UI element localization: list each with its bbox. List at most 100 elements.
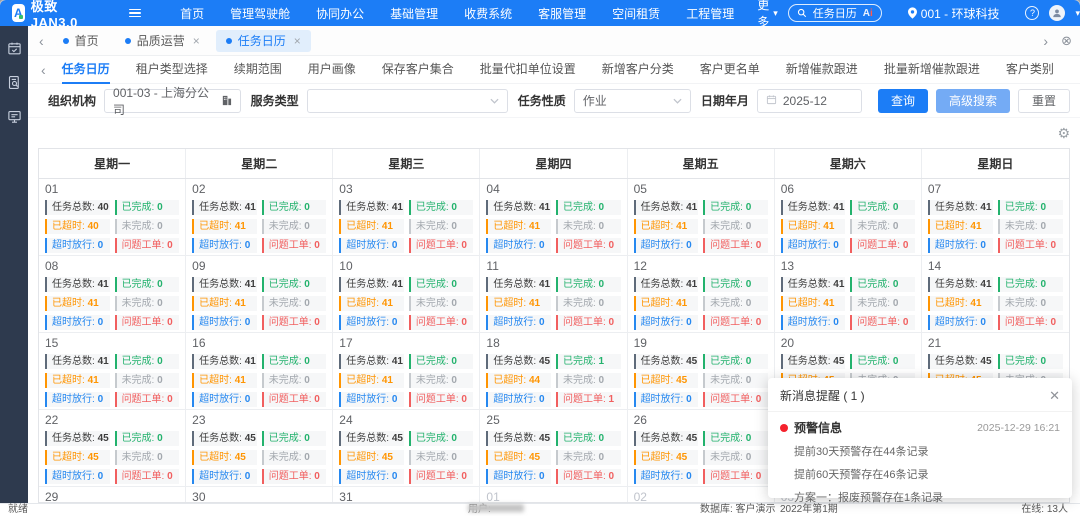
stat-done: 已完成: 0	[703, 200, 768, 215]
stat-done: 已完成: 0	[998, 277, 1063, 292]
stat-release: 超时放行: 0	[45, 315, 110, 330]
calendar-check-icon[interactable]	[6, 40, 22, 56]
day-stats: 任务总数: 41已完成: 0已超时: 41未完成: 0超时放行: 0问题工单: …	[192, 277, 326, 330]
calendar-day-cell[interactable]: 05任务总数: 41已完成: 0已超时: 41未完成: 0超时放行: 0问题工单…	[628, 179, 775, 255]
stat-total: 任务总数: 41	[928, 277, 993, 292]
project-name: 001 - 环球科技	[921, 5, 1000, 22]
project-selector[interactable]: 001 - 环球科技	[908, 5, 1000, 22]
tab-dot-icon	[125, 38, 131, 44]
calendar-day-cell[interactable]: 06任务总数: 41已完成: 0已超时: 41未完成: 0超时放行: 0问题工单…	[775, 179, 922, 255]
calendar-day-cell[interactable]: 30	[186, 487, 333, 503]
calendar-day-cell[interactable]: 10任务总数: 41已完成: 0已超时: 41未完成: 0超时放行: 0问题工单…	[333, 256, 480, 332]
function-tab[interactable]: 新增催款跟进	[786, 56, 858, 84]
stat-release: 超时放行: 0	[486, 469, 551, 484]
calendar-day-cell[interactable]: 15任务总数: 41已完成: 0已超时: 41未完成: 0超时放行: 0问题工单…	[39, 333, 186, 409]
function-tab[interactable]: 批量代扣单位设置	[480, 56, 576, 84]
nav-menu-item[interactable]: 工程管理	[673, 5, 747, 22]
function-tab[interactable]: 续期范围	[234, 56, 282, 84]
calendar-day-cell[interactable]: 02	[628, 487, 775, 503]
calendar-day-cell[interactable]: 09任务总数: 41已完成: 0已超时: 41未完成: 0超时放行: 0问题工单…	[186, 256, 333, 332]
close-icon[interactable]: ✕	[1049, 388, 1060, 404]
calendar-day-cell[interactable]: 08任务总数: 41已完成: 0已超时: 41未完成: 0超时放行: 0问题工单…	[39, 256, 186, 332]
calendar-day-cell[interactable]: 13任务总数: 41已完成: 0已超时: 41未完成: 0超时放行: 0问题工单…	[775, 256, 922, 332]
calendar-day-cell[interactable]: 16任务总数: 41已完成: 0已超时: 41未完成: 0超时放行: 0问题工单…	[186, 333, 333, 409]
search-input[interactable]: 任务日历	[813, 5, 857, 21]
tab-item[interactable]: 任务日历×	[216, 30, 311, 52]
stat-done: 已完成: 0	[850, 354, 915, 369]
notification-header: 新消息提醒 ( 1 ) ✕	[768, 378, 1072, 412]
stat-release: 超时放行: 0	[192, 315, 257, 330]
function-tab[interactable]: 用户画像	[308, 56, 356, 84]
funcbar-scroll-left-icon[interactable]: ‹	[38, 63, 49, 77]
calendar-day-cell[interactable]: 24任务总数: 45已完成: 0已超时: 45未完成: 0超时放行: 0问题工单…	[333, 410, 480, 486]
stat-overdue: 已超时: 45	[45, 450, 110, 465]
global-search[interactable]: 任务日历 Ai	[788, 4, 882, 22]
stat-total: 任务总数: 41	[192, 277, 257, 292]
stat-total: 任务总数: 41	[486, 277, 551, 292]
calendar-day-cell[interactable]: 29	[39, 487, 186, 503]
tab-item[interactable]: 首页	[53, 30, 109, 52]
query-button[interactable]: 查询	[878, 89, 928, 113]
calendar-day-cell[interactable]: 01任务总数: 40已完成: 0已超时: 40未完成: 0超时放行: 0问题工单…	[39, 179, 186, 255]
function-tab[interactable]: 任务日历	[62, 56, 110, 84]
date-month-input[interactable]: 2025-12	[757, 89, 862, 113]
calendar-day-cell[interactable]: 31	[333, 487, 480, 503]
tabs-scroll-left-icon[interactable]: ‹	[36, 34, 47, 48]
calendar-day-cell[interactable]: 25任务总数: 45已完成: 0已超时: 45未完成: 0超时放行: 0问题工单…	[480, 410, 627, 486]
calendar-day-cell[interactable]: 02任务总数: 41已完成: 0已超时: 41未完成: 0超时放行: 0问题工单…	[186, 179, 333, 255]
tab-close-icon[interactable]: ×	[294, 34, 301, 48]
day-number: 08	[45, 259, 179, 275]
calendar-day-cell[interactable]: 19任务总数: 45已完成: 0已超时: 45未完成: 0超时放行: 0问题工单…	[628, 333, 775, 409]
calendar-day-cell[interactable]: 01	[480, 487, 627, 503]
stat-release: 超时放行: 0	[192, 238, 257, 253]
calendar-day-cell[interactable]: 14任务总数: 41已完成: 0已超时: 41未完成: 0超时放行: 0问题工单…	[922, 256, 1069, 332]
tab-item[interactable]: 品质运营×	[115, 30, 210, 52]
calendar-day-cell[interactable]: 07任务总数: 41已完成: 0已超时: 41未完成: 0超时放行: 0问题工单…	[922, 179, 1069, 255]
calendar-day-cell[interactable]: 03任务总数: 41已完成: 0已超时: 41未完成: 0超时放行: 0问题工单…	[333, 179, 480, 255]
nav-menu-item[interactable]: 客服管理	[525, 5, 599, 22]
service-type-select[interactable]	[307, 89, 508, 113]
nav-menu-item[interactable]: 基础管理	[377, 5, 451, 22]
gear-icon[interactable]: ⚙	[1057, 125, 1070, 142]
function-tab[interactable]: 批量新增催款跟进	[884, 56, 980, 84]
tab-close-icon[interactable]: ×	[193, 34, 200, 48]
nav-menu-item[interactable]: 收费系统	[451, 5, 525, 22]
stat-total: 任务总数: 41	[45, 277, 110, 292]
avatar[interactable]	[1049, 5, 1065, 21]
nav-menu-item[interactable]: 首页	[167, 5, 217, 22]
advanced-search-button[interactable]: 高级搜索	[936, 89, 1010, 113]
help-icon[interactable]: ?	[1025, 6, 1039, 20]
calendar-day-cell[interactable]: 18任务总数: 45已完成: 1已超时: 44未完成: 0超时放行: 0问题工单…	[480, 333, 627, 409]
nav-menu-item[interactable]: 管理驾驶舱	[217, 5, 303, 22]
doc-search-icon[interactable]	[6, 74, 22, 90]
calendar-day-cell[interactable]: 12任务总数: 41已完成: 0已超时: 41未完成: 0超时放行: 0问题工单…	[628, 256, 775, 332]
day-number: 25	[486, 413, 620, 429]
user-caret-down-icon[interactable]: ▾	[1075, 9, 1080, 18]
close-all-tabs-icon[interactable]: ⊗	[1061, 33, 1072, 49]
tabs-scroll-right-icon[interactable]: ›	[1040, 34, 1051, 48]
nav-menu-item[interactable]: 协同办公	[303, 5, 377, 22]
calendar-day-cell[interactable]: 22任务总数: 45已完成: 0已超时: 45未完成: 0超时放行: 0问题工单…	[39, 410, 186, 486]
day-stats: 任务总数: 41已完成: 0已超时: 41未完成: 0超时放行: 0问题工单: …	[339, 200, 473, 253]
org-input[interactable]: 001-03 - 上海分公司	[104, 89, 241, 113]
ai-assistant-icon[interactable]: Ai	[863, 8, 873, 19]
calendar-day-cell[interactable]: 11任务总数: 41已完成: 0已超时: 41未完成: 0超时放行: 0问题工单…	[480, 256, 627, 332]
stat-total: 任务总数: 45	[928, 354, 993, 369]
function-tab[interactable]: 客户类别	[1006, 56, 1054, 84]
hamburger-icon[interactable]	[129, 9, 141, 18]
reset-button[interactable]: 重置	[1018, 89, 1070, 113]
function-tab[interactable]: 新增客户分类	[602, 56, 674, 84]
calendar-day-cell[interactable]: 17任务总数: 41已完成: 0已超时: 41未完成: 0超时放行: 0问题工单…	[333, 333, 480, 409]
day-stats: 任务总数: 41已完成: 0已超时: 41未完成: 0超时放行: 0问题工单: …	[339, 354, 473, 407]
user-icon	[1052, 8, 1062, 18]
task-nature-select[interactable]: 作业	[574, 89, 691, 113]
calendar-day-cell[interactable]: 26任务总数: 45已完成: 0已超时: 45未完成: 0超时放行: 0问题工单…	[628, 410, 775, 486]
calendar-day-cell[interactable]: 04任务总数: 41已完成: 0已超时: 41未完成: 0超时放行: 0问题工单…	[480, 179, 627, 255]
function-tab[interactable]: 保存客户集合	[382, 56, 454, 84]
dashboard-board-icon[interactable]	[6, 108, 22, 124]
function-tab[interactable]: 客户更名单	[700, 56, 760, 84]
nav-menu-item[interactable]: 空间租赁	[599, 5, 673, 22]
function-tab[interactable]: 租户类型选择	[136, 56, 208, 84]
stat-release: 超时放行: 0	[928, 238, 993, 253]
calendar-day-cell[interactable]: 23任务总数: 45已完成: 0已超时: 45未完成: 0超时放行: 0问题工单…	[186, 410, 333, 486]
